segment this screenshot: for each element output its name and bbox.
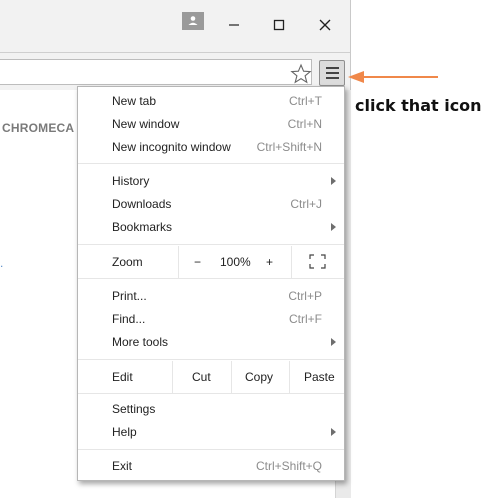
menu-item-shortcut: Ctrl+P <box>288 289 322 303</box>
menu-item-more-tools[interactable]: More tools <box>78 331 344 354</box>
edit-label: Edit <box>112 370 133 384</box>
menu-item-label: Print... <box>112 289 147 303</box>
menu-item-find[interactable]: Find... Ctrl+F <box>78 308 344 331</box>
zoom-out-button[interactable]: − <box>194 255 201 269</box>
cut-button[interactable]: Cut <box>192 370 211 384</box>
menu-item-new-incognito-window[interactable]: New incognito window Ctrl+Shift+N <box>78 136 344 159</box>
menu-item-label: New incognito window <box>112 140 231 154</box>
chrome-menu-button[interactable] <box>319 60 345 86</box>
menu-item-label: Exit <box>112 459 133 473</box>
menu-separator <box>78 393 344 394</box>
menu-item-label: New tab <box>112 94 157 108</box>
annotation-arrow-icon <box>348 71 438 83</box>
close-button[interactable] <box>313 13 337 37</box>
menu-item-history[interactable]: History <box>78 170 344 193</box>
menu-item-label: More tools <box>112 335 169 349</box>
title-bar <box>0 0 350 52</box>
menu-row-edit: Edit Cut Copy Paste <box>78 361 344 393</box>
menu-item-help[interactable]: Help <box>78 421 344 444</box>
zoom-level: 100% <box>220 255 251 269</box>
menu-item-shortcut: Ctrl+T <box>289 94 322 108</box>
zoom-label: Zoom <box>112 255 143 269</box>
menu-item-label: History <box>112 174 150 188</box>
minimize-icon <box>229 24 239 26</box>
submenu-arrow-icon <box>331 428 336 436</box>
menu-item-label: New window <box>112 117 180 131</box>
chrome-menu: New tab Ctrl+T New window Ctrl+N New inc… <box>77 86 345 481</box>
hamburger-menu-icon <box>325 67 339 69</box>
zoom-in-button[interactable]: + <box>266 255 273 269</box>
menu-item-label: Bookmarks <box>112 220 173 234</box>
profile-icon <box>188 16 198 25</box>
menu-row-zoom: Zoom − 100% + <box>78 246 344 278</box>
menu-separator <box>78 278 344 279</box>
star-icon <box>290 63 312 84</box>
page-link-fragment: . <box>0 256 4 270</box>
menu-separator <box>78 359 344 360</box>
maximize-icon <box>273 19 285 31</box>
menu-separator <box>78 449 344 450</box>
menu-item-label: Help <box>112 425 137 439</box>
menu-item-print[interactable]: Print... Ctrl+P <box>78 285 344 308</box>
fullscreen-button[interactable] <box>309 254 326 272</box>
submenu-arrow-icon <box>331 338 336 346</box>
profile-button[interactable] <box>182 12 204 30</box>
submenu-arrow-icon <box>331 177 336 185</box>
fullscreen-icon <box>309 254 326 269</box>
menu-item-shortcut: Ctrl+J <box>290 197 322 211</box>
menu-item-label: Find... <box>112 312 146 326</box>
menu-item-shortcut: Ctrl+Shift+N <box>256 140 322 154</box>
minimize-button[interactable] <box>222 13 246 37</box>
menu-item-exit[interactable]: Exit Ctrl+Shift+Q <box>78 455 344 478</box>
menu-separator <box>78 163 344 164</box>
menu-item-label: Settings <box>112 402 156 416</box>
bookmark-star-button[interactable] <box>290 63 312 85</box>
paste-button[interactable]: Paste <box>304 370 335 384</box>
submenu-arrow-icon <box>331 223 336 231</box>
page-heading: CHROMECA <box>2 121 75 135</box>
menu-item-shortcut: Ctrl+Shift+Q <box>255 459 322 473</box>
menu-item-bookmarks[interactable]: Bookmarks <box>78 216 344 239</box>
menu-item-new-window[interactable]: New window Ctrl+N <box>78 113 344 136</box>
menu-separator <box>78 244 344 245</box>
menu-item-shortcut: Ctrl+N <box>287 117 322 131</box>
address-bar[interactable] <box>0 59 312 85</box>
menu-item-shortcut: Ctrl+F <box>289 312 322 326</box>
menu-item-new-tab[interactable]: New tab Ctrl+T <box>78 90 344 113</box>
menu-item-settings[interactable]: Settings <box>78 398 344 421</box>
menu-item-label: Downloads <box>112 197 172 211</box>
menu-item-downloads[interactable]: Downloads Ctrl+J <box>78 193 344 216</box>
annotation-text: click that icon <box>355 96 482 115</box>
copy-button[interactable]: Copy <box>245 370 273 384</box>
close-icon <box>319 19 331 31</box>
maximize-button[interactable] <box>267 13 291 37</box>
